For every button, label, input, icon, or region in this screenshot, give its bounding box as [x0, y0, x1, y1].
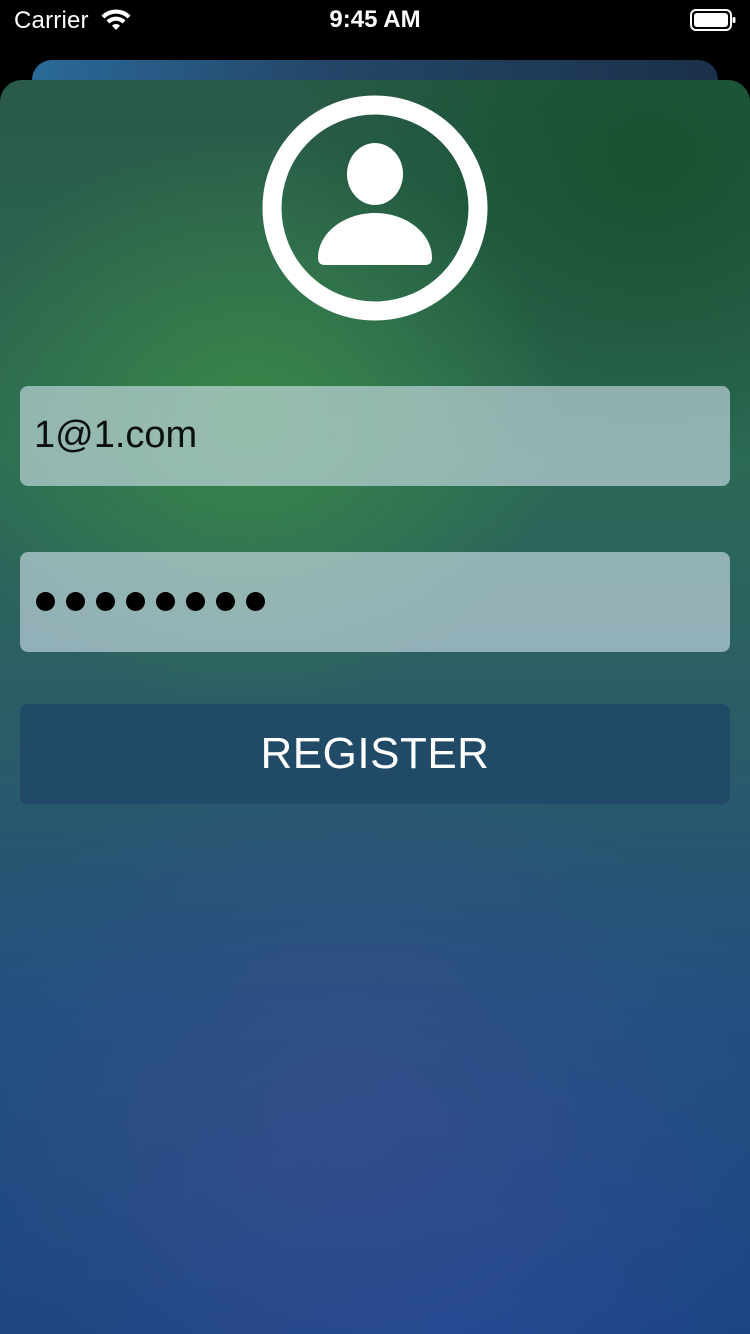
password-dot [186, 592, 205, 611]
password-dot [216, 592, 235, 611]
email-field[interactable]: 1@1.com [20, 386, 730, 486]
password-dot [246, 592, 265, 611]
register-button-label: REGISTER [260, 729, 490, 778]
password-dot [156, 592, 175, 611]
password-mask [36, 592, 265, 611]
password-field[interactable] [20, 552, 730, 652]
screen: Carrier 9:45 AM 1@1.com REGISTER [0, 0, 750, 1334]
password-dot [66, 592, 85, 611]
battery-icon [690, 8, 736, 32]
status-bar: Carrier 9:45 AM [0, 0, 750, 40]
user-circle-icon [262, 95, 488, 321]
status-time: 9:45 AM [329, 6, 421, 33]
register-sheet: 1@1.com REGISTER [0, 80, 750, 1334]
password-dot [126, 592, 145, 611]
register-button[interactable]: REGISTER [20, 704, 730, 804]
email-value: 1@1.com [34, 414, 198, 456]
password-dot [96, 592, 115, 611]
password-dot [36, 592, 55, 611]
